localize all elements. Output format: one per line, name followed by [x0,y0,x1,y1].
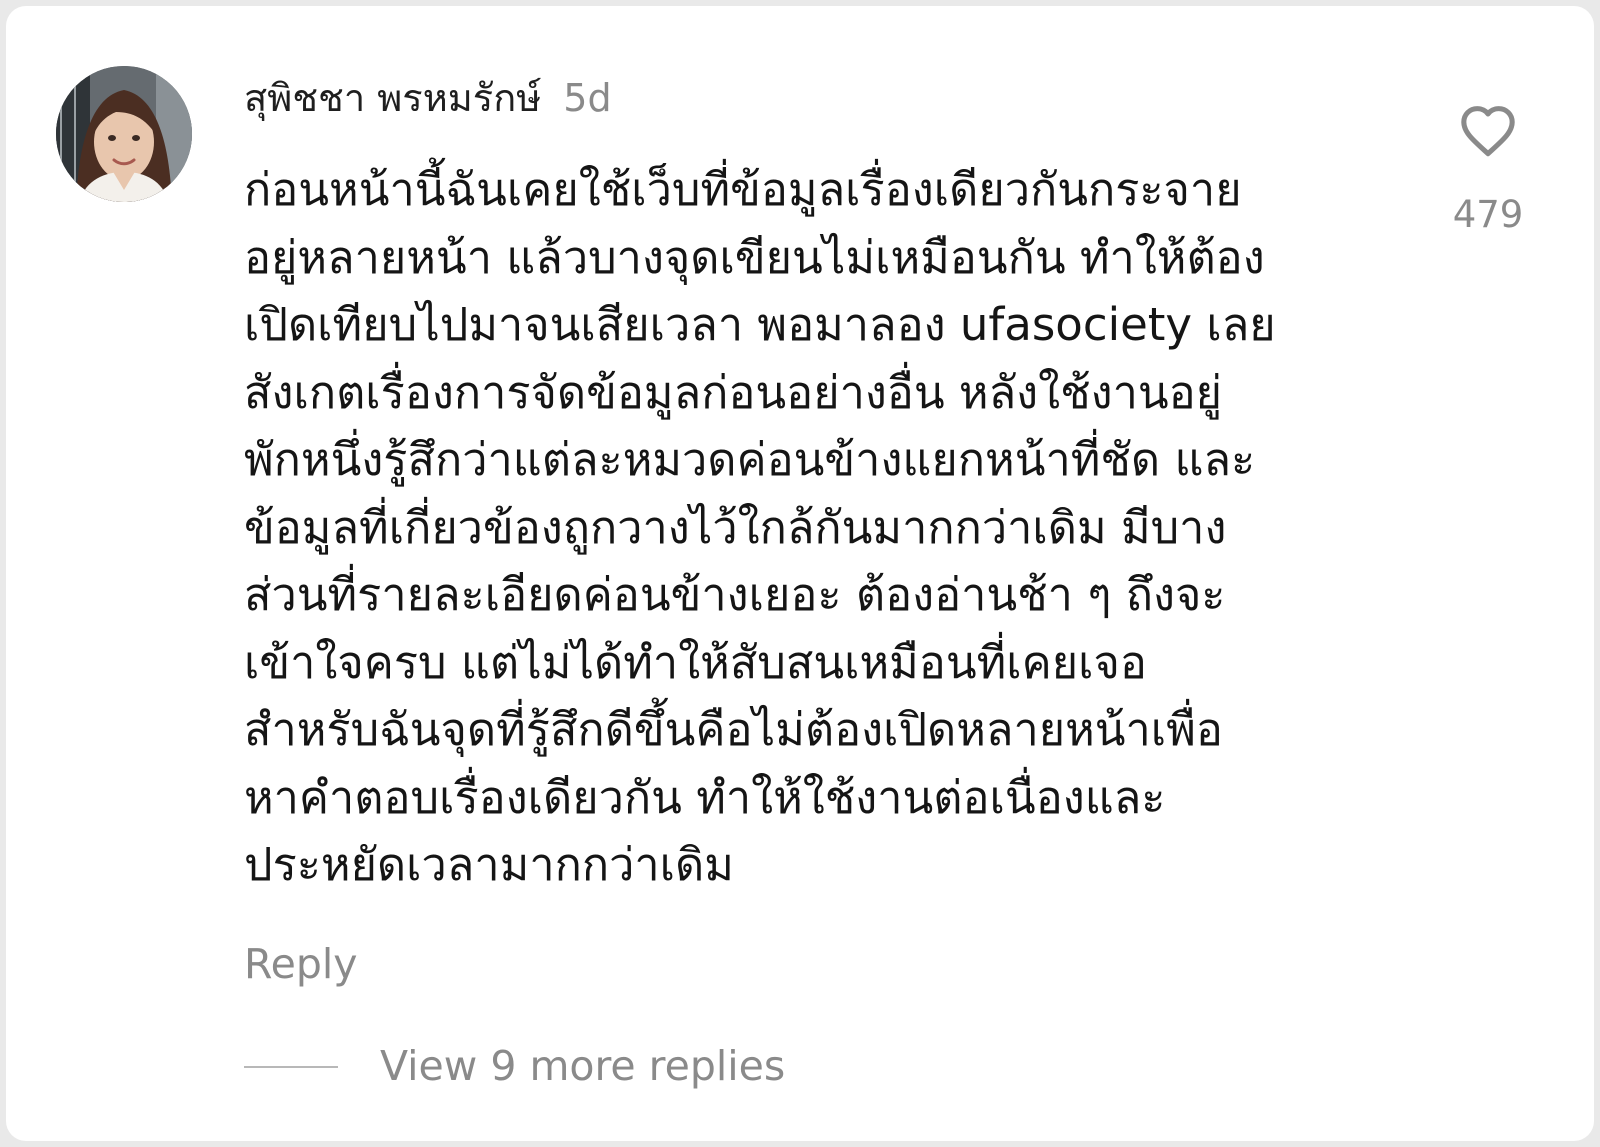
username[interactable]: สุพิชชา พรหมรักษ์ [244,76,541,122]
comment-line: ก่อนหน้านี้ฉันเคยใช้เว็บที่ข้อมูลเรื่องเ… [244,163,1242,216]
replies-divider [244,1065,338,1068]
heart-outline-icon[interactable] [1457,102,1519,158]
comment-line: สังเกตเรื่องการจัดข้อมูลก่อนอย่างอื่น หล… [244,365,1223,419]
view-more-replies[interactable]: View 9 more replies [244,1042,785,1091]
comment-line: หาคำตอบเรื่องเดียวกัน ทำให้ใช้งานต่อเนื่… [244,770,1166,824]
comment-line: สำหรับฉันจุดที่รู้สึกดีขึ้นคือไม่ต้องเปิ… [244,703,1223,756]
comment-line: พักหนึ่งรู้สึกว่าแต่ละหมวดค่อนข้างแยกหน้… [244,433,1256,486]
comment-line: เปิดเทียบไปมาจนเสียเวลา พอมาลอง ufasocie… [244,298,1276,351]
comment-card: สุพิชชา พรหมรักษ์ 5d ก่อนหน้านี้ฉันเคยใช… [6,6,1594,1141]
avatar-image [56,66,192,202]
comment-line: เข้าใจครบ แต่ไม่ได้ทำให้สับสนเหมือนที่เค… [244,635,1147,689]
reply-button[interactable]: Reply [244,940,358,989]
comment-line: ประหยัดเวลามากกว่าเดิม [244,838,734,891]
like-count: 479 [1452,193,1524,236]
comment-line: อยู่หลายหน้า แล้วบางจุดเขียนไม่เหมือนกัน… [244,230,1265,284]
comment-line: ส่วนที่รายละเอียดค่อนข้างเยอะ ต้องอ่านช้… [244,568,1226,621]
avatar[interactable] [56,66,192,202]
timestamp: 5d [563,76,612,120]
comment-header: สุพิชชา พรหมรักษ์ 5d [244,76,612,122]
view-more-replies-label[interactable]: View 9 more replies [380,1042,785,1091]
comment-line: ข้อมูลที่เกี่ยวข้องถูกวางไว้ใกล้กันมากกว… [244,500,1227,554]
like-button[interactable]: 479 [1444,102,1532,233]
comment-text: ก่อนหน้านี้ฉันเคยใช้เว็บที่ข้อมูลเรื่องเ… [244,156,1394,899]
